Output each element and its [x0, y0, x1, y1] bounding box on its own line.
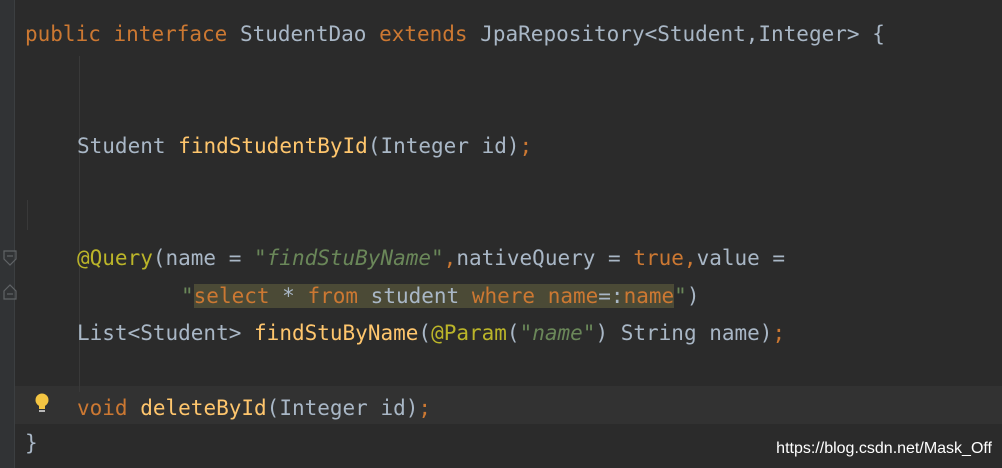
quote-open: "	[181, 284, 194, 308]
code-line-find-student-by-id[interactable]: Student findStudentById(Integer id);	[77, 131, 532, 161]
code-line-1[interactable]: public interface StudentDao extends JpaR…	[25, 19, 885, 49]
fold-start-icon[interactable]	[3, 250, 17, 266]
annotation-param: @Param	[431, 321, 507, 345]
code-line-close-brace[interactable]: }	[25, 428, 38, 458]
code-line-sql-string[interactable]: "select * from student where name=:name"…	[181, 281, 699, 311]
watermark-url: https://blog.csdn.net/Mask_Off	[776, 440, 992, 457]
keyword-interface: interface	[113, 22, 228, 46]
semicolon: ;	[772, 321, 786, 345]
keyword-public: public	[25, 22, 101, 46]
semicolon: ;	[519, 134, 533, 158]
value-key: value =	[696, 246, 786, 270]
code-line-find-stu-by-name[interactable]: List<Student> findStuByName(@Param("name…	[77, 318, 785, 348]
method-name: findStudentById	[178, 134, 368, 158]
indent-guide	[27, 200, 28, 230]
sql-where: where	[471, 284, 536, 308]
keyword-true: true	[633, 246, 684, 270]
sql-injected-region: select * from student where name=:name	[193, 284, 675, 308]
native-query-key: nativeQuery =	[456, 246, 634, 270]
open-paren: (	[418, 321, 432, 345]
code-editor[interactable]: public interface StudentDao extends JpaR…	[0, 0, 1002, 468]
sql-star: *	[269, 284, 308, 308]
code-line-query-annotation[interactable]: @Query(name = "findStuByName",nativeQuer…	[77, 243, 785, 273]
close-brace: }	[25, 431, 38, 455]
return-type: Student	[77, 134, 166, 158]
comma: ,	[443, 246, 457, 270]
sql-select: select	[193, 284, 270, 308]
sql-column: name	[547, 284, 599, 308]
code-line-delete-by-id[interactable]: void deleteById(Integer id);	[77, 393, 431, 423]
method-args: (Integer id)	[367, 134, 520, 158]
sql-table: student	[358, 284, 472, 308]
fold-end-icon[interactable]	[3, 284, 17, 300]
interface-name: StudentDao	[239, 22, 367, 46]
method-args: (Integer id)	[266, 396, 419, 420]
method-name: deleteById	[140, 396, 267, 420]
param-open: (	[506, 321, 520, 345]
param-rest: ) String name)	[595, 321, 773, 345]
quote-close: "	[674, 284, 687, 308]
sql-equals: =:	[598, 284, 624, 308]
comma: ,	[683, 246, 697, 270]
lightbulb-icon[interactable]	[33, 392, 51, 416]
query-name-key: (name =	[152, 246, 255, 270]
editor-gutter	[0, 0, 15, 468]
method-name: findStuByName	[254, 321, 419, 345]
sql-space	[535, 284, 548, 308]
keyword-extends: extends	[379, 22, 468, 46]
sql-param: name	[623, 284, 675, 308]
parent-type: JpaRepository<Student,Integer>	[480, 22, 860, 46]
semicolon: ;	[418, 396, 432, 420]
sql-from: from	[307, 284, 359, 308]
param-string: "name"	[519, 321, 596, 345]
open-brace: {	[872, 22, 885, 46]
query-name-string: "findStuByName"	[254, 246, 444, 270]
annotation-query: @Query	[77, 246, 153, 270]
return-type: List<Student>	[77, 321, 242, 345]
close-paren: )	[686, 284, 700, 308]
keyword-void: void	[77, 396, 128, 420]
